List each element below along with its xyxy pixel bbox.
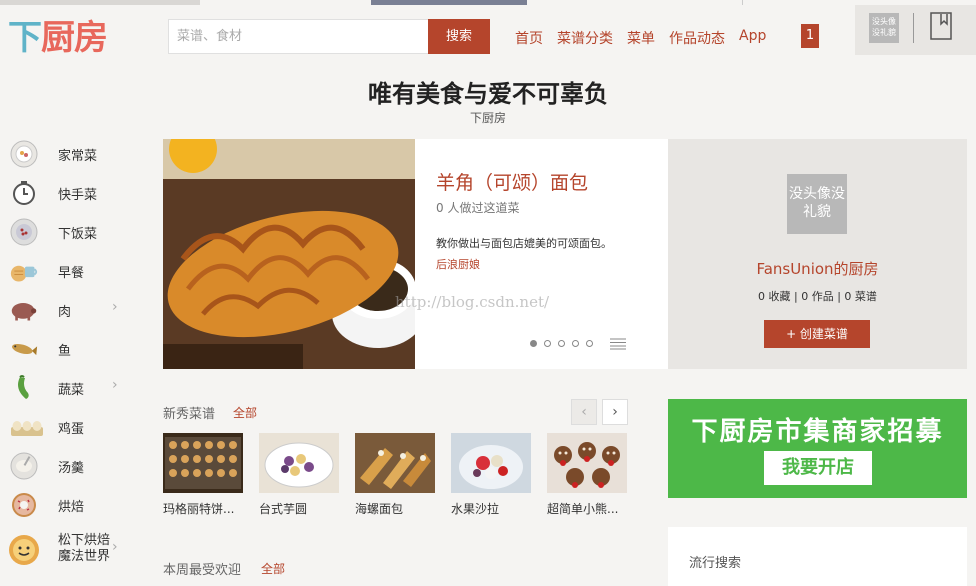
sidebar-item-eggs[interactable]: 鸡蛋 [0,408,140,446]
trending-title: 流行搜索 [689,556,742,571]
sidebar-item-label: 家常菜 [58,149,98,164]
sidebar-item-label: 肉 [58,305,72,320]
sidebar-item-home-cooking[interactable]: 家常菜 [0,135,140,173]
sidebar-item-label: 汤羹 [58,461,85,476]
plate-icon [10,140,38,168]
pig-icon [11,303,37,321]
profile-stats: 0 收藏 | 0 作品 | 0 菜谱 [758,290,877,303]
nav-item-menus[interactable]: 菜单 [627,28,655,48]
sidebar-item-rice-dishes[interactable]: 下饭菜 [0,213,140,251]
logo-part-1: 下 [8,18,42,58]
bakery-icon [9,535,39,565]
ad-title: 下厨房市集商家招募 [691,417,944,447]
carousel-dot[interactable] [586,340,593,347]
profile-name[interactable]: FansUnion的厨房 [668,258,967,279]
clock-icon [13,181,35,205]
carousel-dots [530,340,593,347]
sidebar-item-label: 下饭菜 [58,227,98,242]
new-recipes-title: 新秀菜谱 [163,407,216,422]
featured-description: 教你做出与面包店媲美的可颂面包。 [436,237,612,250]
chevron-right-icon: › [112,377,118,393]
header-divider [913,13,914,43]
user-avatar[interactable]: 没头像没礼貌 [869,13,899,43]
sidebar-item-label: 蔬菜 [58,383,85,398]
recipe-thumb[interactable] [547,433,627,493]
sidebar-item-meat[interactable]: 肉 › [0,291,140,329]
list-icon[interactable] [610,338,626,350]
top-strip [0,0,976,5]
open-shop-button[interactable]: 我要开店 [764,451,872,485]
carousel-dot[interactable] [572,340,579,347]
weekly-popular-all-link[interactable]: 全部 [261,560,285,577]
nav-item-categories[interactable]: 菜谱分类 [557,28,613,48]
page-headline: 唯有美食与爱不可辜负 [368,80,608,108]
sidebar-item-breakfast[interactable]: 早餐 [0,252,140,290]
carousel-dot[interactable] [530,340,537,347]
watermark: http://blog.csdn.net/ [395,293,550,311]
logo-part-2: 厨房 [41,18,108,58]
sidebar-item-label: 早餐 [58,266,85,281]
weekly-popular-title: 本周最受欢迎 [163,563,242,578]
sidebar-item-panasonic-baking[interactable]: 松下烘焙 魔法世界 › [0,525,140,575]
featured-recipe-image[interactable] [163,139,415,369]
recipe-thumb-label[interactable]: 水果沙拉 [451,500,535,517]
sidebar-item-label: 烘焙 [58,500,85,515]
recipe-thumb[interactable] [355,433,435,493]
bookmark-icon[interactable] [930,12,952,40]
next-arrow-button[interactable]: › [602,399,628,425]
featured-recipe-title[interactable]: 羊角（可颂）面包 [436,168,588,195]
chevron-right-icon: › [112,299,118,315]
sidebar-item-label: 鱼 [58,344,72,359]
page-subheadline: 下厨房 [469,111,506,125]
chevron-left-icon: ‹ [581,404,587,420]
featured-cooked-count: 0 人做过这道菜 [436,201,520,215]
rice-bowl-icon [10,218,38,246]
sidebar-item-label: 魔法世界 [58,549,111,564]
new-recipes-all-link[interactable]: 全部 [233,404,257,421]
carousel-dot[interactable] [544,340,551,347]
search-box [168,19,428,54]
soup-icon [10,452,38,480]
nav-item-home[interactable]: 首页 [515,28,543,48]
prev-arrow-button[interactable]: ‹ [571,399,597,425]
main-nav: 首页 菜谱分类 菜单 作品动态 App [515,28,766,48]
sidebar-item-vegetables[interactable]: 蔬菜 › [0,369,140,407]
recipe-thumb-label[interactable]: 超简单小熊... [547,500,631,517]
create-recipe-button[interactable]: + 创建菜谱 [764,320,870,348]
carousel-dot[interactable] [558,340,565,347]
sidebar-item-fish[interactable]: 鱼 [0,330,140,368]
donut-icon [12,493,36,517]
featured-author[interactable]: 后浪厨娘 [436,256,480,272]
nav-item-activity[interactable]: 作品动态 [669,28,725,48]
chevron-right-icon: › [612,404,618,420]
logo[interactable]: 下厨房 [8,16,108,60]
notification-badge[interactable]: 1 [801,24,819,48]
recipe-thumb[interactable] [259,433,339,493]
breakfast-icon [10,265,38,282]
fish-icon [12,343,38,356]
profile-avatar[interactable]: 没头像没礼貌 [787,174,847,234]
recipe-thumb[interactable] [163,433,243,493]
nav-item-app[interactable]: App [739,28,766,48]
sidebar-item-soup[interactable]: 汤羹 [0,447,140,485]
vegetable-icon [18,375,29,399]
recipe-thumb-label[interactable]: 海螺面包 [355,500,439,517]
recipe-thumb-label[interactable]: 玛格丽特饼... [163,500,247,517]
search-button[interactable]: 搜索 [428,19,490,54]
eggs-icon [11,421,43,436]
sidebar-item-label: 快手菜 [58,188,98,203]
recipe-thumb-label[interactable]: 台式芋圆 [259,500,343,517]
chevron-right-icon: › [112,539,118,555]
recipe-thumb[interactable] [451,433,531,493]
sidebar-item-quick[interactable]: 快手菜 [0,174,140,212]
sidebar-item-baking[interactable]: 烘焙 [0,486,140,524]
search-input[interactable] [169,20,428,53]
sidebar-item-label: 鸡蛋 [58,422,85,437]
